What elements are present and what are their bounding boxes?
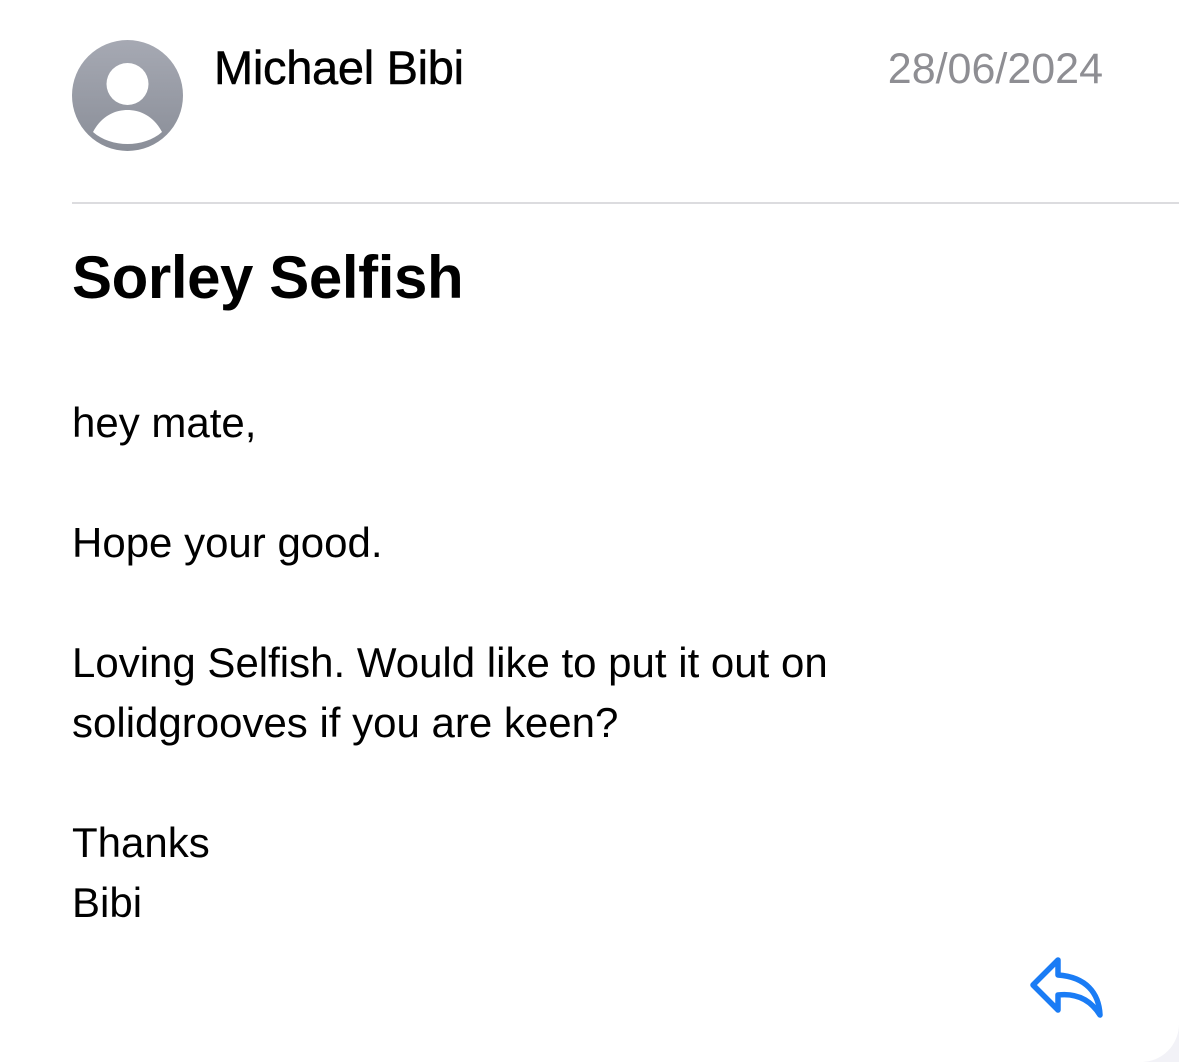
body-signature-block: Thanks Bibi <box>72 813 1032 933</box>
body-paragraph-2: Loving Selfish. Would like to put it out… <box>72 633 1032 753</box>
message-subject: Sorley Selfish <box>72 244 464 311</box>
message-date: 28/06/2024 <box>887 45 1103 93</box>
reply-button[interactable] <box>1028 955 1106 1021</box>
body-signoff: Thanks <box>72 819 210 866</box>
sender-name[interactable]: Michael Bibi <box>214 38 465 98</box>
email-message-card: Michael Bibi 28/06/2024 Sorley Selfish h… <box>0 0 1179 1062</box>
person-placeholder-icon <box>93 63 162 144</box>
body-signature: Bibi <box>72 879 143 926</box>
header-divider <box>72 202 1179 204</box>
reply-arrow-icon <box>1030 957 1103 1018</box>
body-greeting: hey mate, <box>72 399 257 446</box>
body-line-2b: solidgrooves if you are keen? <box>72 699 619 746</box>
sender-avatar[interactable] <box>72 40 183 151</box>
message-body: hey mate, Hope your good. Loving Selfish… <box>72 393 1032 933</box>
body-line-1: Hope your good. <box>72 519 383 566</box>
body-line-2a: Loving Selfish. Would like to put it out… <box>72 639 828 686</box>
